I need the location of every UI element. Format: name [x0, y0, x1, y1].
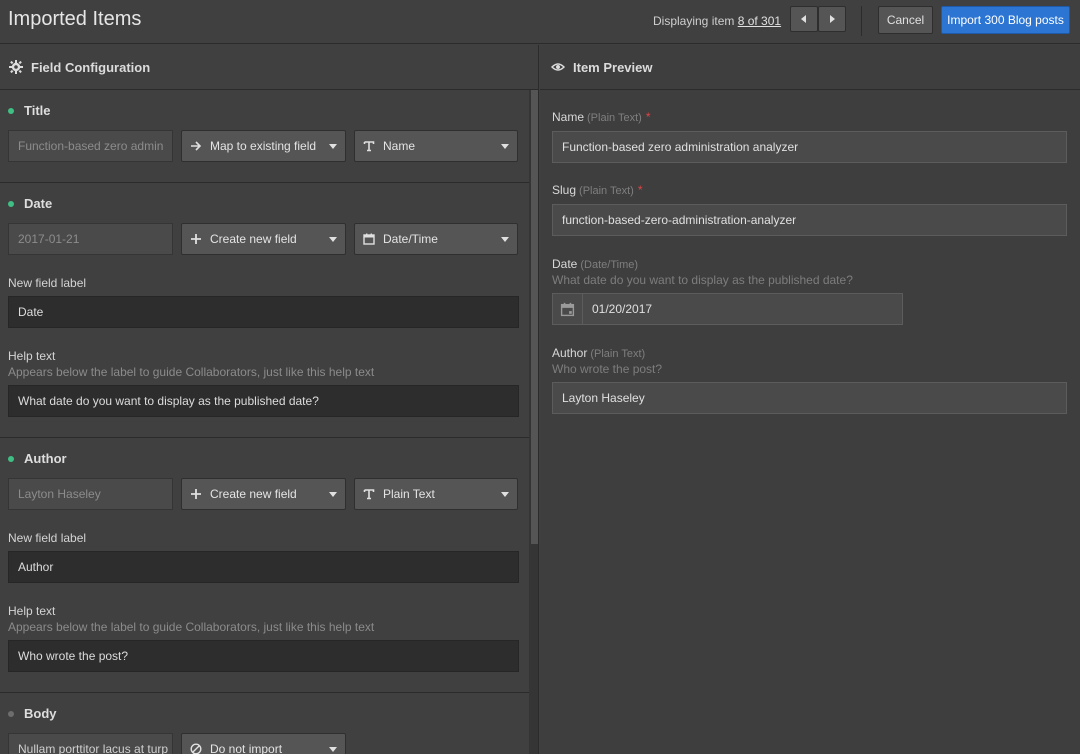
top-bar: Imported Items Displaying item 8 of 301 …: [0, 0, 1080, 44]
field-configuration-header: Field Configuration: [0, 45, 538, 90]
preview-slug-input[interactable]: function-based-zero-administration-analy…: [552, 204, 1067, 236]
gear-icon: [9, 60, 23, 74]
preview-date-hint: What date do you want to display as the …: [552, 273, 853, 287]
field-type-dropdown[interactable]: Plain Text: [354, 478, 518, 510]
field-section-heading: Author: [8, 451, 67, 466]
status-dot: [8, 710, 14, 717]
field-section-heading: Body: [8, 706, 57, 721]
calendar-icon[interactable]: [553, 294, 583, 324]
item-preview-panel: Item Preview Name (Plain Text) * Function-…: [540, 45, 1080, 754]
preview-author-label: Author (Plain Text): [552, 346, 646, 360]
sample-value: Nullam porttitor lacus at turp: [8, 733, 173, 754]
help-text-input[interactable]: What date do you want to display as the …: [8, 385, 519, 417]
item-preview-title: Item Preview: [573, 59, 653, 75]
triangle-right-icon: [830, 15, 835, 23]
field-section-author: Author Layton Haseley Create new field P…: [0, 438, 529, 693]
field-section-heading: Title: [8, 103, 51, 118]
required-marker: *: [645, 110, 651, 124]
chevron-down-icon: [329, 237, 337, 242]
sample-value: 2017-01-21: [8, 223, 173, 255]
preview-date-value: 01/20/2017: [592, 302, 653, 316]
preview-author-input[interactable]: Layton Haseley: [552, 382, 1067, 414]
status-dot: [8, 200, 14, 207]
preview-author-hint: Who wrote the post?: [552, 362, 663, 376]
field-configuration-panel: Field Configuration Title Function-based…: [0, 45, 539, 754]
previous-item-button[interactable]: [790, 6, 818, 32]
scrollbar-thumb[interactable]: [531, 90, 538, 544]
import-action-dropdown[interactable]: Create new field: [181, 223, 346, 255]
sample-value: Layton Haseley: [8, 478, 173, 510]
help-text-input[interactable]: Who wrote the post?: [8, 640, 519, 672]
chevron-down-icon: [329, 492, 337, 497]
text-type-icon: [363, 140, 375, 152]
new-field-label-input[interactable]: Author: [8, 551, 519, 583]
import-button[interactable]: Import 300 Blog posts: [941, 6, 1070, 34]
help-text-hint: Appears below the label to guide Collabo…: [8, 365, 375, 379]
new-field-label-input[interactable]: Date: [8, 296, 519, 328]
status-dot: [8, 455, 14, 462]
help-text-caption: Help text: [8, 349, 56, 363]
eye-icon: [551, 60, 565, 74]
preview-date-picker[interactable]: 01/20/2017: [552, 293, 903, 325]
cancel-button[interactable]: Cancel: [878, 6, 933, 34]
required-marker: *: [637, 183, 643, 197]
plus-icon: [190, 233, 202, 245]
new-field-label-caption: New field label: [8, 276, 87, 290]
field-type-dropdown[interactable]: Name: [354, 130, 518, 162]
import-action-dropdown[interactable]: Do not import: [181, 733, 346, 754]
help-text-caption: Help text: [8, 604, 56, 618]
chevron-down-icon: [501, 144, 509, 149]
next-item-button[interactable]: [818, 6, 846, 32]
item-counter-link[interactable]: 8 of 301: [738, 14, 781, 28]
block-icon: [190, 743, 202, 754]
preview-name-input[interactable]: Function-based zero administration analy…: [552, 131, 1067, 163]
triangle-left-icon: [801, 15, 806, 23]
text-type-icon: [363, 488, 375, 500]
chevron-down-icon: [329, 747, 337, 752]
field-section-title: Title Function-based zero admin Map to e…: [0, 90, 529, 183]
field-section-heading: Date: [8, 196, 52, 211]
field-type-dropdown[interactable]: Date/Time: [354, 223, 518, 255]
arrow-right-icon: [190, 140, 202, 152]
item-preview-header: Item Preview: [540, 45, 1080, 90]
toolbar-divider: [861, 6, 862, 36]
status-dot: [8, 107, 14, 114]
import-action-dropdown[interactable]: Map to existing field: [181, 130, 346, 162]
preview-date-label: Date (Date/Time): [552, 257, 639, 271]
item-counter: Displaying item 8 of 301: [653, 14, 781, 28]
item-counter-prefix: Displaying item: [653, 14, 738, 28]
plus-icon: [190, 488, 202, 500]
chevron-down-icon: [501, 237, 509, 242]
sample-value: Function-based zero admin: [8, 130, 173, 162]
page-title: Imported Items: [8, 8, 142, 30]
help-text-hint: Appears below the label to guide Collabo…: [8, 620, 375, 634]
field-section-body: Body Nullam porttitor lacus at turp Do n…: [0, 693, 529, 754]
preview-slug-label: Slug (Plain Text) *: [552, 183, 643, 197]
chevron-down-icon: [329, 144, 337, 149]
field-configuration-title: Field Configuration: [31, 59, 151, 75]
new-field-label-caption: New field label: [8, 531, 87, 545]
preview-name-label: Name (Plain Text) *: [552, 110, 651, 124]
import-action-dropdown[interactable]: Create new field: [181, 478, 346, 510]
calendar-icon: [363, 233, 375, 245]
field-section-date: Date 2017-01-21 Create new field Date/Ti…: [0, 183, 529, 438]
chevron-down-icon: [501, 492, 509, 497]
